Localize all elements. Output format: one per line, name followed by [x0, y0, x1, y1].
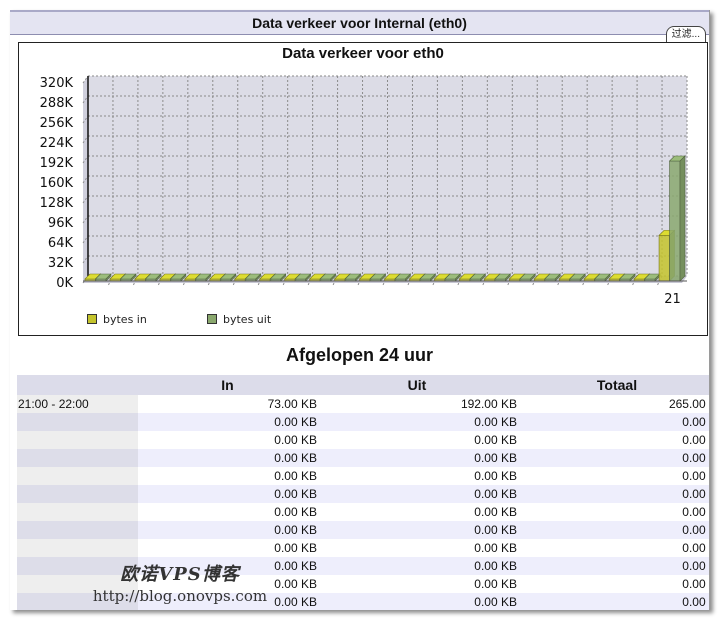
header-uit: Uit	[317, 375, 517, 395]
row-totaal: 0.00 K	[517, 593, 709, 610]
row-totaal: 0.00 K	[517, 521, 709, 539]
row-period	[17, 449, 138, 467]
row-period	[17, 431, 138, 449]
row-period	[17, 413, 138, 431]
row-totaal: 0.00 K	[517, 467, 709, 485]
row-in: 0.00 KB	[138, 557, 317, 575]
table-row: 0.00 KB0.00 KB0.00 K	[17, 413, 709, 431]
row-in: 0.00 KB	[138, 431, 317, 449]
row-uit: 0.00 KB	[317, 449, 517, 467]
y-tick-label: 128K	[40, 196, 74, 211]
row-totaal: 0.00 K	[517, 413, 709, 431]
y-tick-label: 32K	[48, 256, 74, 271]
row-uit: 0.00 KB	[317, 593, 517, 610]
legend-label-bytes-in: bytes in	[103, 313, 147, 326]
row-totaal: 265.00 K	[517, 395, 709, 413]
table-row: 0.00 KB0.00 KB0.00 K	[17, 557, 709, 575]
traffic-window: Data verkeer voor Internal (eth0) 过滤... …	[10, 10, 710, 610]
row-period	[17, 593, 138, 610]
row-uit: 0.00 KB	[317, 485, 517, 503]
row-uit: 0.00 KB	[317, 575, 517, 593]
row-uit: 0.00 KB	[317, 539, 517, 557]
row-period	[17, 557, 138, 575]
row-uit: 0.00 KB	[317, 431, 517, 449]
y-tick-label: 256K	[40, 116, 74, 131]
row-in: 0.00 KB	[138, 539, 317, 557]
x-tick-label: 21	[664, 292, 681, 307]
table-row: 0.00 KB0.00 KB0.00 K	[17, 521, 709, 539]
window-title: Data verkeer voor Internal (eth0)	[10, 10, 709, 35]
y-tick-label: 64K	[48, 236, 74, 251]
row-in: 0.00 KB	[138, 449, 317, 467]
table-row: 21:00 - 22:0073.00 KB192.00 KB265.00 K	[17, 395, 709, 413]
table-row: 0.00 KB0.00 KB0.00 K	[17, 503, 709, 521]
legend-swatch-bytes-uit	[207, 314, 217, 324]
header-in: In	[138, 375, 317, 395]
row-in: 0.00 KB	[138, 521, 317, 539]
traffic-table: In Uit Totaal 21:00 - 22:00 73.00 KB 192.0…	[17, 375, 709, 610]
row-period	[17, 467, 138, 485]
row-totaal: 0.00 K	[517, 431, 709, 449]
table-title: Afgelopen 24 uur	[285, 345, 433, 365]
row-uit: 0.00 KB	[317, 503, 517, 521]
row-uit: 0.00 KB	[317, 467, 517, 485]
table-row: 0.00 KB0.00 KB0.00 K	[17, 485, 709, 503]
row-in: 0.00 KB	[138, 503, 317, 521]
row-in: 0.00 KB	[138, 593, 317, 610]
table-row: 0.00 KB0.00 KB0.00 K	[17, 575, 709, 593]
bar-bytes-uit	[669, 160, 681, 282]
y-tick-label: 320K	[40, 76, 74, 91]
row-period: 21:00 - 22:00	[17, 395, 138, 413]
row-in: 0.00 KB	[138, 413, 317, 431]
bar-chart: 0K 32K 64K 96K 128K 160K 192K 224K 256K 288K 320K 2…	[40, 75, 688, 307]
row-in: 73.00 KB	[138, 395, 317, 413]
table-row: 0.00 KB0.00 KB0.00 K	[17, 593, 709, 610]
row-uit: 0.00 KB	[317, 413, 517, 431]
chart-panel: Data verkeer voor eth0 0K 32K 64K 96K 128K 16…	[18, 42, 708, 336]
row-in: 0.00 KB	[138, 467, 317, 485]
header-totaal: Totaal	[517, 375, 709, 395]
legend-item-bytes-uit: bytes uit	[207, 313, 271, 326]
row-totaal: 0.00 K	[517, 485, 709, 503]
header-period	[17, 375, 138, 395]
row-totaal: 0.00 K	[517, 539, 709, 557]
row-period	[17, 575, 138, 593]
table-header-row: In Uit Totaal	[17, 375, 709, 395]
y-tick-label: 96K	[48, 216, 74, 231]
row-totaal: 0.00 K	[517, 575, 709, 593]
row-in: 0.00 KB	[138, 575, 317, 593]
table-row: 0.00 KB0.00 KB0.00 K	[17, 431, 709, 449]
row-totaal: 0.00 K	[517, 503, 709, 521]
row-in: 0.00 KB	[138, 485, 317, 503]
y-tick-label: 0K	[56, 276, 73, 291]
table-row: 0.00 KB0.00 KB0.00 K	[17, 467, 709, 485]
row-period	[17, 485, 138, 503]
legend-swatch-bytes-in	[87, 314, 97, 324]
y-tick-label: 224K	[40, 136, 74, 151]
row-period	[17, 539, 138, 557]
row-uit: 0.00 KB	[317, 521, 517, 539]
legend-item-bytes-in: bytes in	[87, 313, 147, 326]
table-row: 0.00 KB0.00 KB0.00 K	[17, 539, 709, 557]
row-period	[17, 503, 138, 521]
row-uit: 0.00 KB	[317, 557, 517, 575]
row-totaal: 0.00 K	[517, 449, 709, 467]
bar-bytes-in	[658, 235, 670, 282]
filter-button[interactable]: 过滤...	[665, 26, 706, 42]
row-uit: 192.00 KB	[317, 395, 517, 413]
y-tick-label: 160K	[40, 176, 74, 191]
y-tick-label: 192K	[40, 156, 74, 171]
bar-side-bytes-uit	[679, 155, 686, 282]
row-totaal: 0.00 K	[517, 557, 709, 575]
row-period	[17, 521, 138, 539]
table-row: 0.00 KB0.00 KB0.00 K	[17, 449, 709, 467]
y-tick-label: 288K	[40, 96, 74, 111]
legend-label-bytes-uit: bytes uit	[223, 313, 272, 326]
